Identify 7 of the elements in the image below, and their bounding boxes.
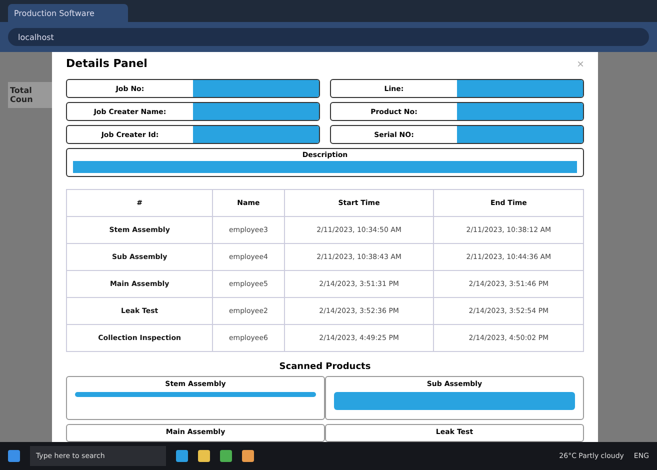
section-title: Scanned Products xyxy=(278,362,372,372)
app-icon[interactable] xyxy=(176,450,188,462)
app-icon[interactable] xyxy=(242,450,254,462)
total-count-label: Total Coun xyxy=(8,82,52,108)
modal-title: Details Panel xyxy=(66,57,148,70)
address-bar[interactable]: localhost xyxy=(8,28,649,46)
browser-tab[interactable]: Production Software xyxy=(8,4,128,22)
